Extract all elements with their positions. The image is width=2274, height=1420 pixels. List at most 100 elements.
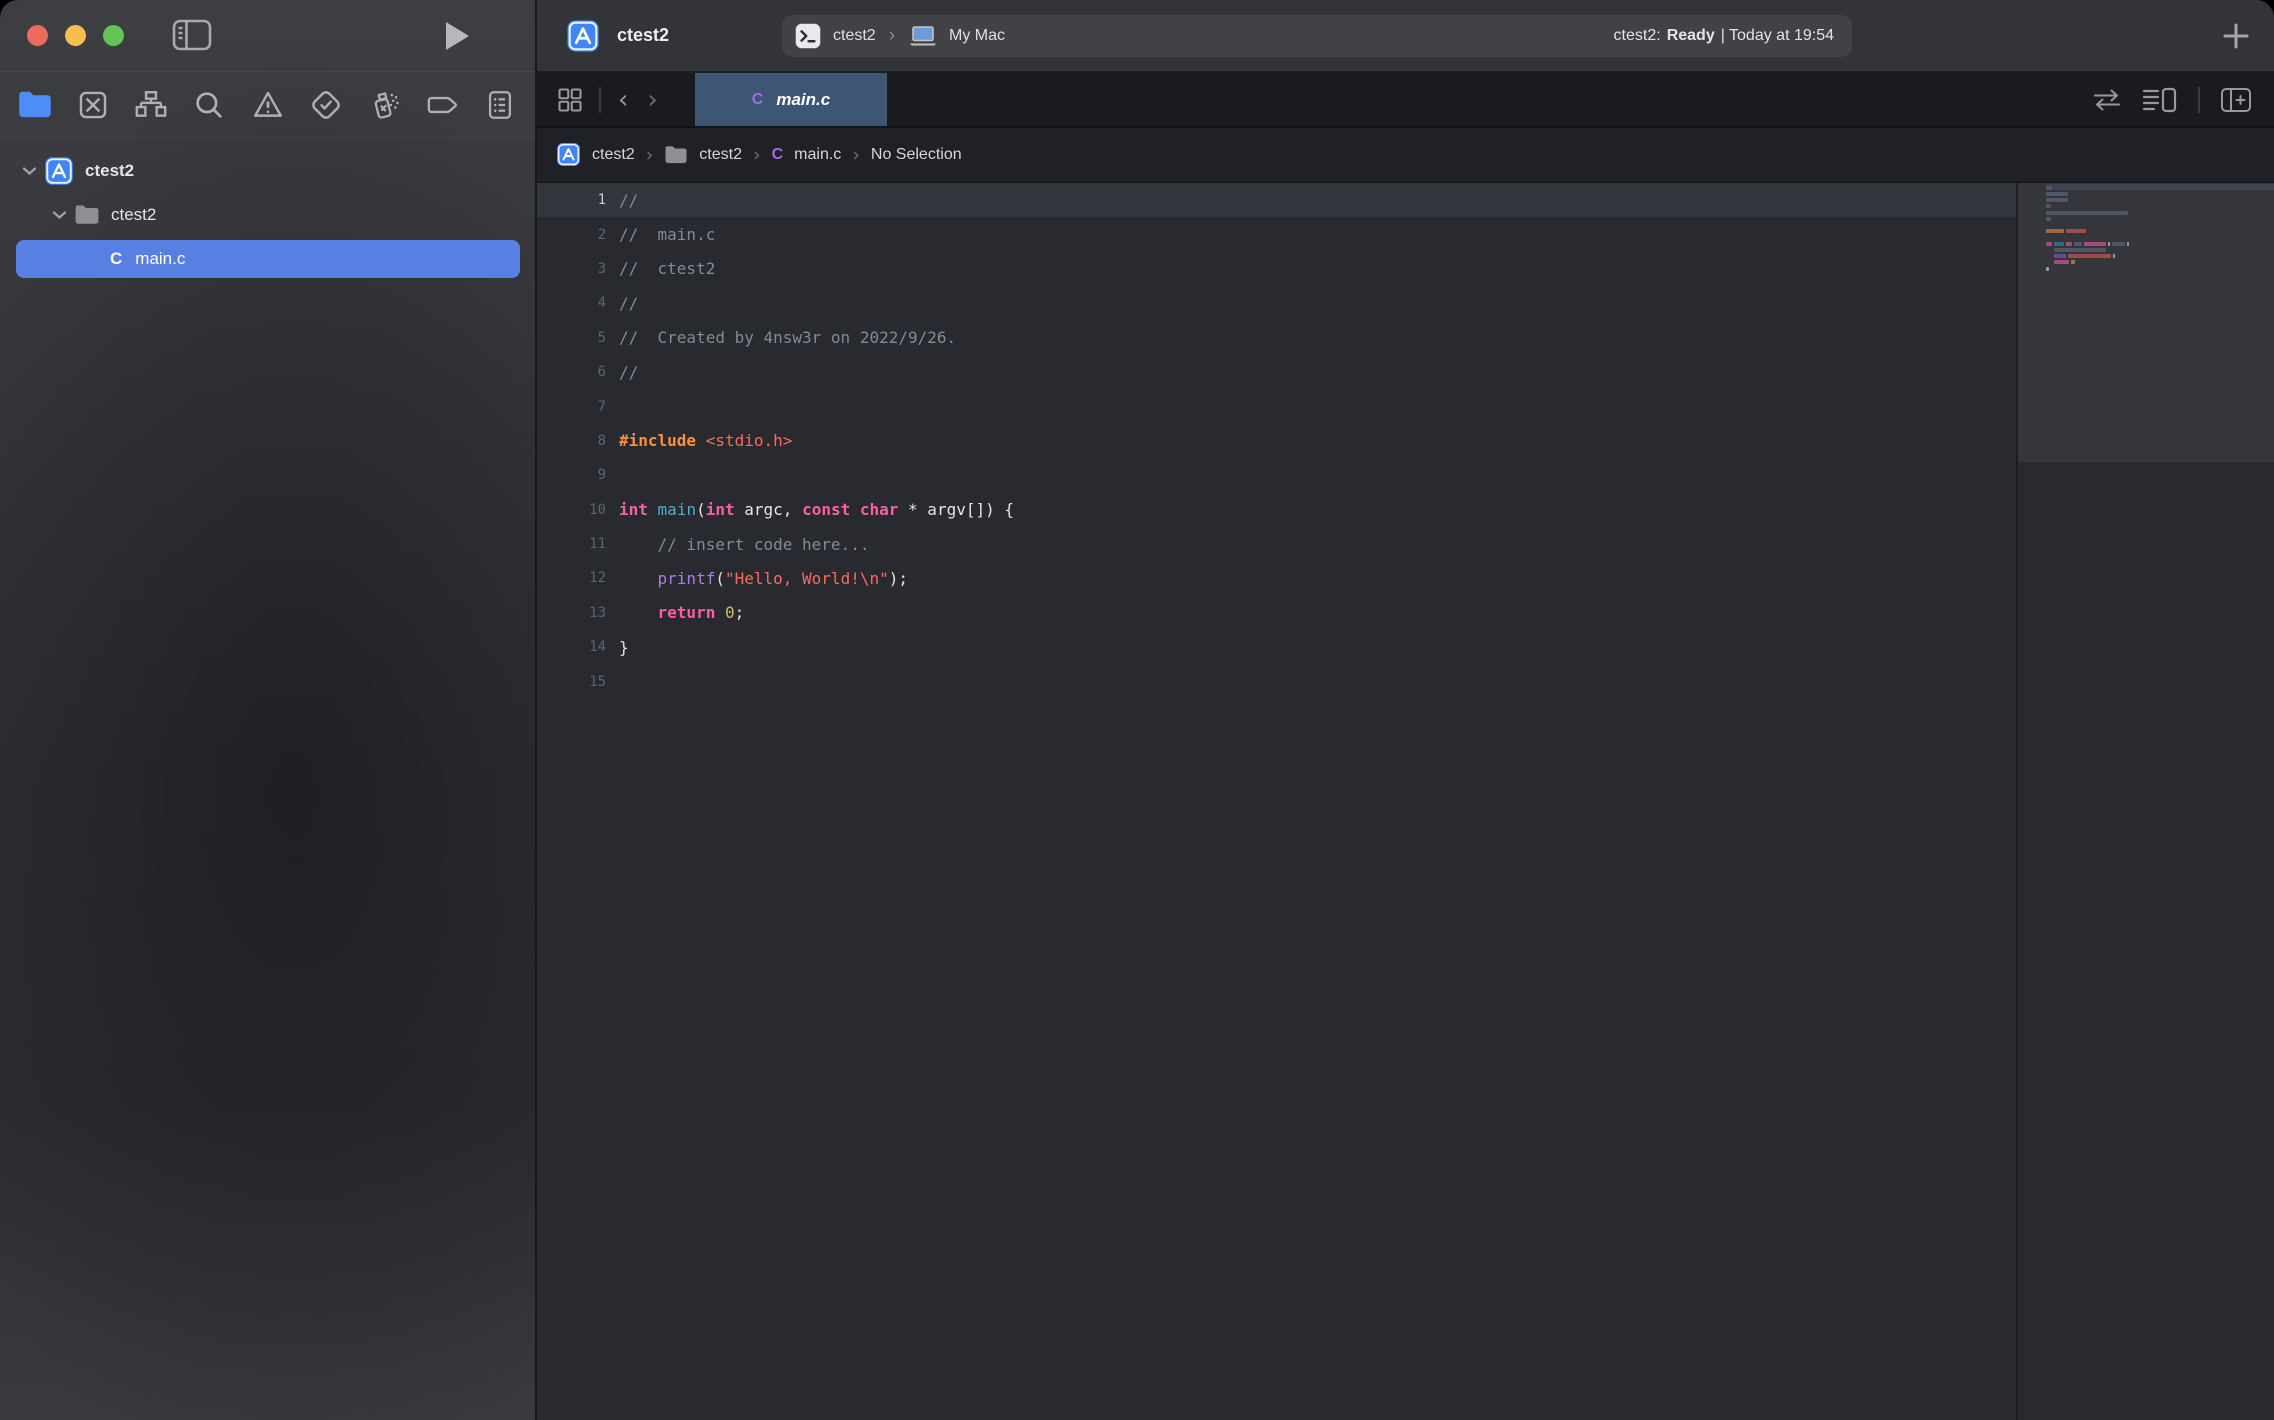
code-line-7[interactable]: 7 <box>537 389 2016 423</box>
code-line-2[interactable]: 2// main.c <box>537 217 2016 251</box>
find-navigator-icon[interactable] <box>187 83 231 127</box>
activity-status[interactable]: ctest2: Ready | Today at 19:54 <box>1614 27 1852 45</box>
line-number: 10 <box>537 502 606 518</box>
library-add-icon[interactable] <box>2221 21 2251 51</box>
jump-bar: ctest2 › ctest2 › C main.c › No Selectio… <box>537 128 2274 183</box>
folder-icon <box>74 204 100 226</box>
line-number: 3 <box>537 261 606 277</box>
symbol-navigator-icon[interactable] <box>129 83 173 127</box>
tree-label: main.c <box>135 249 185 269</box>
code-line-5[interactable]: 5 // Created by 4nsw3r on 2022/9/26. <box>537 321 2016 355</box>
tab-title: main.c <box>776 90 830 110</box>
report-navigator-icon[interactable] <box>478 83 522 127</box>
code-text: // main.c <box>619 225 715 244</box>
debug-navigator-icon[interactable] <box>362 83 406 127</box>
chevron-down-icon[interactable] <box>44 210 74 220</box>
tree-label: ctest2 <box>85 161 134 181</box>
code-text: // Created by 4nsw3r on 2022/9/26. <box>619 328 956 347</box>
terminal-scheme-icon <box>794 22 822 50</box>
chevron-separator: › <box>889 25 895 47</box>
jumpbar-group[interactable]: ctest2 <box>699 146 742 164</box>
forward-icon[interactable]: › <box>645 87 659 113</box>
line-number: 13 <box>537 605 606 621</box>
line-number: 8 <box>537 433 606 449</box>
minimize-button[interactable] <box>65 25 86 46</box>
code-line-6[interactable]: 6// <box>537 355 2016 389</box>
jumpbar-file[interactable]: main.c <box>794 146 841 164</box>
tab-main-c[interactable]: C main.c <box>695 73 887 126</box>
jumpbar-selection[interactable]: No Selection <box>871 146 962 164</box>
code-line-10[interactable]: 10 int main(int argc, const char * argv[]… <box>537 493 2016 527</box>
chevron-separator: › <box>753 144 761 166</box>
chevron-separator: › <box>852 144 860 166</box>
code-line-3[interactable]: 3// ctest2 <box>537 252 2016 286</box>
code-lines[interactable]: 1//2// main.c3// ctest24//5// Created by… <box>537 183 2016 1420</box>
code-line-1[interactable]: 1// <box>537 183 2016 217</box>
tree-row-file-selected[interactable]: C main.c <box>0 237 535 281</box>
minimap-row <box>2046 186 2052 190</box>
code-line-13[interactable]: 13 return 0; <box>537 596 2016 630</box>
code-line-12[interactable]: 12 printf("Hello, World!\n"); <box>537 561 2016 595</box>
line-number: 12 <box>537 570 606 586</box>
tree-row-group[interactable]: ctest2 <box>0 193 535 237</box>
code-line-8[interactable]: 8#include <stdio.h> <box>537 424 2016 458</box>
my-mac-icon <box>908 23 938 49</box>
code-text: int main(int argc, const char * argv[]) … <box>619 500 1014 519</box>
app-project-icon[interactable] <box>556 142 581 167</box>
tree-row-project[interactable]: ctest2 <box>0 149 535 193</box>
c-file-icon: C <box>772 146 784 164</box>
code-review-icon[interactable] <box>2092 87 2122 113</box>
code-line-14[interactable]: 14} <box>537 630 2016 664</box>
code-line-15[interactable]: 15 <box>537 664 2016 698</box>
line-number: 5 <box>537 330 606 346</box>
breakpoint-navigator-icon[interactable] <box>420 83 464 127</box>
editor-options-icon[interactable] <box>2142 86 2178 114</box>
close-button[interactable] <box>27 25 48 46</box>
line-number: 11 <box>537 536 606 552</box>
issue-navigator-icon[interactable] <box>246 83 290 127</box>
project-navigator-folder-icon[interactable] <box>13 83 57 127</box>
minimap-row <box>2046 204 2051 208</box>
source-control-icon[interactable] <box>71 83 115 127</box>
chevron-down-icon[interactable] <box>14 166 44 176</box>
code-line-4[interactable]: 4// <box>537 286 2016 320</box>
code-text: // <box>619 191 638 210</box>
run-play-icon[interactable] <box>443 20 471 52</box>
titlebar[interactable] <box>0 0 535 72</box>
sidebar-toggle-icon[interactable] <box>172 19 212 51</box>
add-editor-icon[interactable] <box>2220 86 2252 114</box>
minimap-row <box>2046 242 2129 246</box>
code-text: // insert code here... <box>619 535 869 554</box>
minimap[interactable] <box>2016 183 2274 1420</box>
code-text: return 0; <box>619 603 744 622</box>
zoom-button[interactable] <box>103 25 124 46</box>
c-file-icon: C <box>752 91 764 109</box>
minimap-row <box>2046 217 2051 221</box>
status-time: | Today at 19:54 <box>1721 27 1834 45</box>
code-line-11[interactable]: 11 // insert code here... <box>537 527 2016 561</box>
minimap-current-line <box>2046 184 2274 190</box>
line-number: 4 <box>537 295 606 311</box>
scheme-selector[interactable]: ctest2 › My Mac <box>782 22 1005 50</box>
minimap-row <box>2046 192 2068 196</box>
line-number: 7 <box>537 399 606 415</box>
editor-pane: ctest2 ctest2 › <box>537 0 2274 1420</box>
code-text: } <box>619 638 629 657</box>
code-text: printf("Hello, World!\n"); <box>619 569 908 588</box>
app-project-icon <box>566 19 600 53</box>
back-icon[interactable]: ‹ <box>616 87 630 113</box>
c-file-icon: C <box>110 249 122 269</box>
tab-bar: ‹ › C main.c <box>537 73 2274 128</box>
status-state: Ready <box>1667 27 1715 45</box>
folder-icon <box>664 145 688 165</box>
line-number: 9 <box>537 467 606 483</box>
minimap-row <box>2054 254 2115 258</box>
line-number: 14 <box>537 639 606 655</box>
related-items-icon[interactable] <box>556 86 584 114</box>
test-navigator-icon[interactable] <box>304 83 348 127</box>
minimap-row <box>2046 211 2128 215</box>
traffic-lights <box>0 25 124 46</box>
minimap-row <box>2046 229 2086 233</box>
jumpbar-project[interactable]: ctest2 <box>592 146 635 164</box>
code-line-9[interactable]: 9 <box>537 458 2016 492</box>
